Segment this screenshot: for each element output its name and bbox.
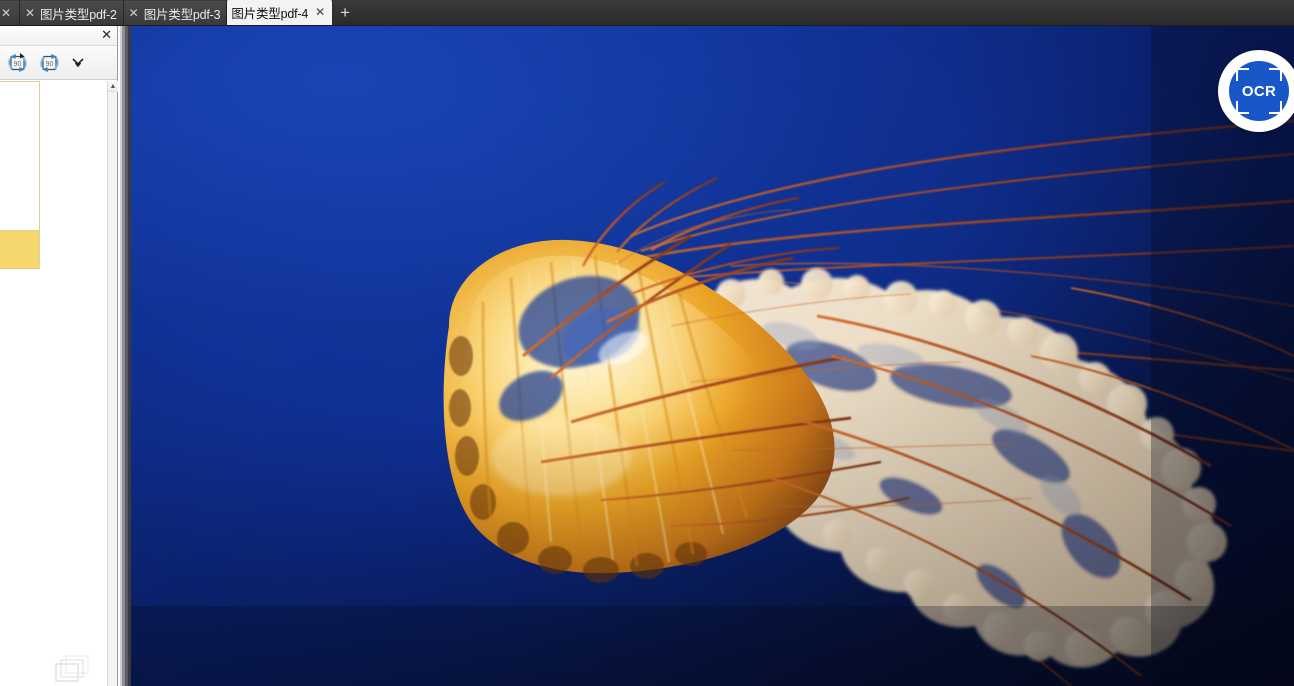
thumbnail-toolbar: 90 90 [0,46,117,80]
tab-close-icon[interactable]: ✕ [0,7,12,19]
sidebar-scrollbar[interactable]: ▲ [107,81,118,686]
tab-close-icon[interactable]: ✕ [24,7,36,19]
chevron-down-more-icon[interactable] [68,51,88,75]
tab-item-pdf-4[interactable]: 图片类型pdf-4 ✕ [227,0,333,25]
thumbnail-selection-highlight[interactable] [0,231,40,269]
tab-label: 图片类型pdf-3 [143,7,221,22]
tab-bar-filler [358,1,1294,25]
tab-item-0[interactable]: ✕ [0,1,20,25]
tab-bar: ✕ ✕ 图片类型pdf-2 ✕ 图片类型pdf-3 图片类型pdf-4 ✕ + [0,0,1294,26]
ocr-button[interactable]: OCR [1218,50,1294,132]
ocr-badge-inner: OCR [1229,61,1289,121]
thumbnail-panel: ✕ 90 90 ▲ [0,26,118,686]
svg-text:90: 90 [46,61,54,68]
jellyfish-photo [131,26,1294,686]
rotate-right-icon[interactable]: 90 [36,50,64,76]
panel-splitter[interactable] [118,26,131,686]
scan-bracket-bottom-right-icon [1269,101,1282,114]
thumbnail-page-1[interactable] [0,81,40,231]
tab-item-pdf-3[interactable]: ✕ 图片类型pdf-3 [123,1,228,25]
tab-item-pdf-2[interactable]: ✕ 图片类型pdf-2 [20,1,124,25]
rotate-left-icon[interactable]: 90 [4,50,32,76]
thumbnail-panel-header: ✕ [0,26,117,46]
svg-text:90: 90 [14,61,22,68]
page-stack-icon [52,652,98,682]
tab-close-icon[interactable]: ✕ [128,7,140,19]
new-tab-button[interactable]: + [332,1,358,25]
thumbnail-list[interactable] [0,81,107,686]
scan-bracket-top-right-icon [1269,68,1282,81]
close-icon[interactable]: ✕ [101,28,112,42]
scan-bracket-top-left-icon [1236,68,1249,81]
tab-label: 图片类型pdf-4 [231,6,309,21]
image-viewer[interactable]: OCR [131,26,1294,686]
scroll-up-arrow-icon[interactable]: ▲ [108,81,118,92]
tab-close-icon[interactable]: ✕ [314,6,326,18]
ocr-label: OCR [1241,82,1277,100]
scan-bracket-bottom-left-icon [1236,101,1249,114]
tab-label: 图片类型pdf-2 [40,7,117,22]
photo-vignette [131,26,1294,686]
